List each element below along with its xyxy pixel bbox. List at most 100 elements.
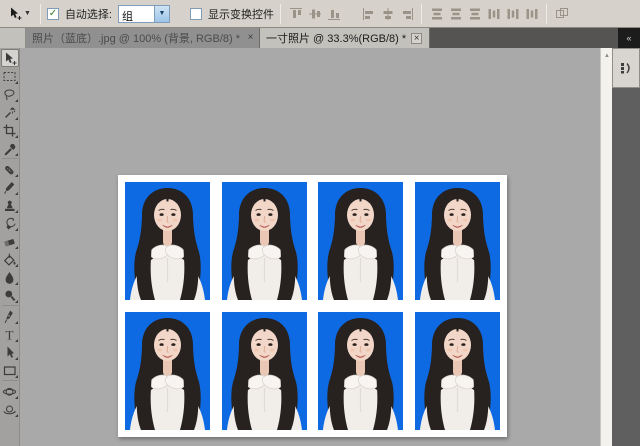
- align-horizontal-centers-icon[interactable]: [379, 5, 396, 22]
- rectangle-tool[interactable]: [1, 361, 19, 379]
- tool-flyout-arrow-icon: [15, 300, 18, 303]
- tab-bar-left-pad: [0, 28, 26, 48]
- vertical-scrollbar[interactable]: ▲: [600, 48, 612, 446]
- svg-text:T: T: [6, 327, 14, 342]
- type-tool[interactable]: T: [1, 325, 19, 343]
- 3d-rotate-tool[interactable]: [1, 382, 19, 400]
- tool-flyout-arrow-icon: [15, 339, 18, 342]
- expand-panels-button[interactable]: [612, 48, 640, 88]
- collapsed-panel-dock: [612, 48, 640, 446]
- tool-flyout-arrow-icon: [15, 192, 18, 195]
- paint-bucket-tool[interactable]: [1, 250, 19, 268]
- brush-tool[interactable]: [1, 178, 19, 196]
- align-vertical-centers-icon[interactable]: [306, 5, 323, 22]
- tool-flyout-arrow-icon: [15, 414, 18, 417]
- distribute-horizontal-centers-icon[interactable]: [504, 5, 521, 22]
- panel-corner-chevron-icon[interactable]: «: [618, 28, 640, 48]
- expand-panels-icon: [618, 60, 634, 76]
- id-photo-5[interactable]: [125, 312, 210, 430]
- id-photo-2[interactable]: [222, 182, 307, 300]
- crop-tool[interactable]: [1, 121, 19, 139]
- tool-flyout-arrow-icon: [15, 135, 18, 138]
- id-photo-3[interactable]: [318, 182, 403, 300]
- tool-flyout-arrow-icon: [15, 117, 18, 120]
- auto-select-dropdown[interactable]: 组 ▼: [118, 5, 170, 23]
- document-tab-bar: 照片（蓝底）.jpg @ 100% (背景, RGB/8) *×一寸照片 @ 3…: [0, 28, 640, 48]
- tool-flyout-arrow-icon: [15, 396, 18, 399]
- eyedropper-tool[interactable]: [1, 139, 19, 157]
- move-tool-icon[interactable]: ▼: [4, 5, 34, 22]
- distribute-left-edges-icon[interactable]: [485, 5, 502, 22]
- move-tool[interactable]: [1, 49, 19, 67]
- tool-flyout-arrow-icon: [15, 153, 18, 156]
- 3d-orbit-tool[interactable]: [1, 400, 19, 418]
- tool-flyout-arrow-icon: [15, 81, 18, 84]
- rectangular-marquee-tool[interactable]: [1, 67, 19, 85]
- spot-healing-brush-tool[interactable]: [1, 160, 19, 178]
- magic-wand-tool[interactable]: [1, 103, 19, 121]
- id-photo-4[interactable]: [415, 182, 500, 300]
- auto-select-checkbox[interactable]: ✓: [47, 8, 59, 20]
- id-photo-8[interactable]: [415, 312, 500, 430]
- separator: [40, 4, 41, 24]
- auto-align-group: [553, 5, 570, 22]
- clone-stamp-tool[interactable]: [1, 196, 19, 214]
- id-photo-6[interactable]: [222, 312, 307, 430]
- tool-flyout-arrow-icon: [15, 264, 18, 267]
- id-photo-1[interactable]: [125, 182, 210, 300]
- tool-flyout-arrow-icon: [15, 228, 18, 231]
- align-top-edges-icon[interactable]: [287, 5, 304, 22]
- tool-separator: [2, 305, 18, 306]
- tool-flyout-arrow-icon: [15, 321, 18, 324]
- align-icons-group: [360, 5, 415, 22]
- tool-flyout-arrow-icon: [15, 282, 18, 285]
- eraser-tool[interactable]: [1, 232, 19, 250]
- id-photo-7[interactable]: [318, 312, 403, 430]
- document-tab-1[interactable]: 照片（蓝底）.jpg @ 100% (背景, RGB/8) * ×: [26, 28, 260, 48]
- separator: [280, 4, 281, 24]
- auto-select-label: 自动选择:: [65, 6, 112, 22]
- separator: [421, 4, 422, 24]
- tool-flyout-arrow-icon: [15, 99, 18, 102]
- tab-label: 一寸照片 @ 33.3%(RGB/8) *: [266, 30, 406, 46]
- dropdown-arrow-icon[interactable]: ▼: [154, 6, 169, 22]
- lasso-tool[interactable]: [1, 85, 19, 103]
- distribute-top-edges-icon[interactable]: [428, 5, 445, 22]
- distribute-right-edges-icon[interactable]: [523, 5, 540, 22]
- align-icons-group: [287, 5, 342, 22]
- tool-preset-arrow-icon[interactable]: ▼: [24, 10, 31, 17]
- tab-bar-fill: [430, 28, 618, 48]
- history-brush-tool[interactable]: [1, 214, 19, 232]
- blur-tool[interactable]: [1, 268, 19, 286]
- document-tab-2[interactable]: 一寸照片 @ 33.3%(RGB/8) * ×: [260, 28, 430, 48]
- tab-label: 照片（蓝底）.jpg @ 100% (背景, RGB/8) *: [32, 30, 240, 46]
- dodge-tool[interactable]: [1, 286, 19, 304]
- separator: [546, 4, 547, 24]
- align-right-edges-icon[interactable]: [398, 5, 415, 22]
- distribute-icons-group: [428, 5, 540, 22]
- show-transform-label: 显示变换控件: [208, 6, 274, 22]
- tool-separator: [2, 380, 18, 381]
- align-bottom-edges-icon[interactable]: [325, 5, 342, 22]
- distribute-vertical-centers-icon[interactable]: [447, 5, 464, 22]
- canvas-area[interactable]: [20, 48, 600, 446]
- auto-select-value: 组: [119, 6, 154, 22]
- photoshop-window: ▼ ✓ 自动选择: 组 ▼ 显示变换控件 照片（蓝底）.jpg @ 100% (…: [0, 0, 640, 446]
- align-left-edges-icon[interactable]: [360, 5, 377, 22]
- tab-close-icon[interactable]: ×: [245, 33, 256, 44]
- tool-separator: [2, 158, 18, 159]
- move-cursor-icon: [7, 6, 22, 21]
- photo-sheet-document[interactable]: [118, 175, 507, 437]
- tool-flyout-arrow-icon: [15, 357, 18, 360]
- tool-flyout-arrow-icon: [15, 246, 18, 249]
- auto-align-layers-icon[interactable]: [553, 5, 570, 22]
- tool-flyout-arrow-icon: [15, 375, 18, 378]
- distribute-bottom-edges-icon[interactable]: [466, 5, 483, 22]
- tab-close-icon[interactable]: ×: [411, 33, 422, 44]
- tool-flyout-arrow-icon: [15, 210, 18, 213]
- show-transform-checkbox[interactable]: [190, 8, 202, 20]
- tool-flyout-arrow-icon: [15, 174, 18, 177]
- pen-tool[interactable]: [1, 307, 19, 325]
- path-selection-tool[interactable]: [1, 343, 19, 361]
- options-bar: ▼ ✓ 自动选择: 组 ▼ 显示变换控件: [0, 0, 640, 28]
